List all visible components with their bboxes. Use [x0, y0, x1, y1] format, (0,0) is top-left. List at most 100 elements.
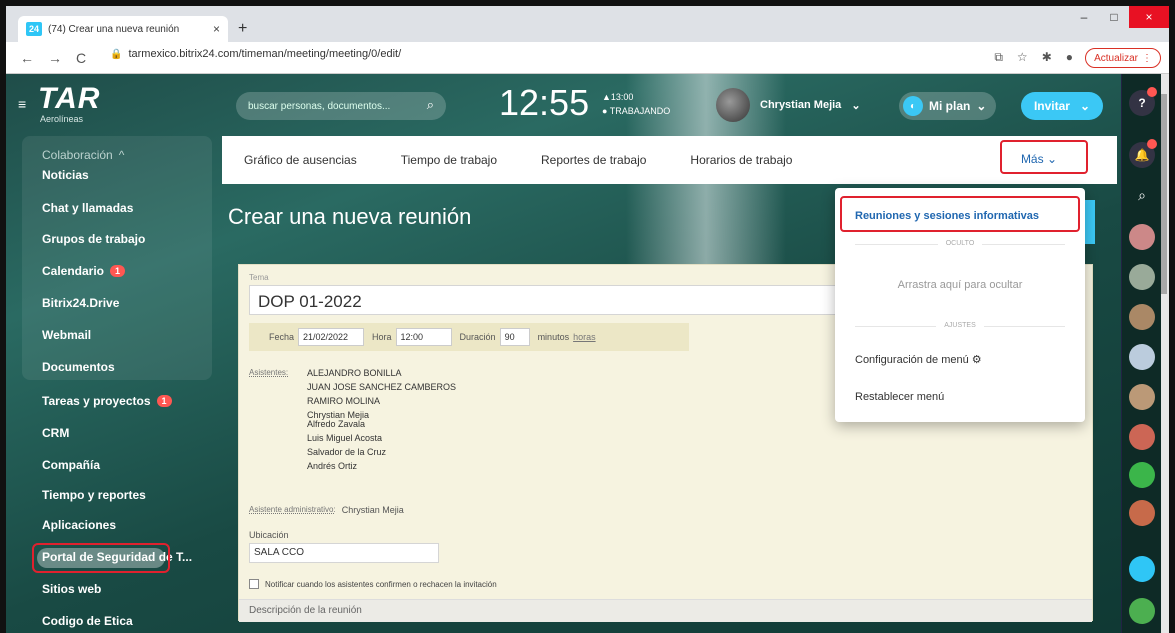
topic-input[interactable]: DOP 01-2022 — [249, 285, 869, 315]
search-icon[interactable]: ⌕ — [1129, 182, 1155, 208]
page-title: Crear una nueva reunión — [228, 204, 472, 229]
menu-item-reset[interactable]: Restablecer menú — [855, 391, 944, 403]
notify-option[interactable]: Notificar cuando los asistentes confirme… — [249, 579, 497, 589]
attendee-name[interactable]: Andrés Ortiz — [307, 461, 357, 471]
contact-avatar[interactable] — [1129, 224, 1155, 250]
attendees-label[interactable]: Asistentes: — [249, 368, 288, 377]
scrollbar-thumb[interactable] — [1161, 94, 1167, 294]
notification-badge — [1147, 139, 1157, 149]
menu-icon[interactable]: ≡ — [18, 96, 26, 112]
tab-work-schedules[interactable]: Horarios de trabajo — [690, 153, 792, 167]
plan-icon: ◐ — [903, 96, 923, 116]
attendee-name[interactable]: Salvador de la Cruz — [307, 447, 386, 457]
date-row: Fecha 21/02/2022 Hora 12:00 Duración 90 … — [249, 323, 689, 351]
duration-label: Duración — [459, 332, 496, 342]
scrollbar[interactable] — [1161, 74, 1169, 633]
menu-item-meetings[interactable]: Reuniones y sesiones informativas — [855, 210, 1039, 222]
duration-input[interactable]: 90 — [499, 328, 530, 346]
contact-avatar[interactable] — [1129, 304, 1155, 330]
sidebar-item[interactable]: Documentos — [42, 360, 115, 374]
tab-work-time[interactable]: Tiempo de trabajo — [401, 153, 497, 167]
exit-icon[interactable] — [1129, 556, 1155, 582]
address-bar: ← → C 🔒 tarmexico.bitrix24.com/timeman/m… — [6, 42, 1169, 74]
search-icon[interactable]: ⌕ — [427, 97, 434, 113]
tab-work-reports[interactable]: Reportes de trabajo — [541, 153, 646, 167]
sidebar-item[interactable]: Calendario 1 — [42, 264, 126, 278]
admin-name[interactable]: Chrystian Mejia — [342, 505, 404, 515]
sidebar-item[interactable]: Webmail — [42, 328, 91, 342]
contact-avatar[interactable] — [1129, 424, 1155, 450]
help-badge — [1147, 87, 1157, 97]
time-input[interactable]: 12:00 — [395, 328, 452, 346]
profile-icon[interactable]: ● — [1066, 50, 1073, 65]
sidebar-item[interactable]: Compañía — [42, 458, 100, 472]
sidebar-item[interactable]: Sitios web — [42, 582, 101, 596]
sidebar-item[interactable]: Tiempo y reportes — [42, 488, 146, 502]
attendee-name[interactable]: RAMIRO MOLINA — [307, 396, 380, 406]
extensions-icon[interactable]: ✱ — [1042, 50, 1052, 65]
sidebar-item[interactable]: Codigo de Etica — [42, 614, 133, 628]
admin-label[interactable]: Asistente administrativo: — [249, 505, 336, 515]
phone-icon[interactable] — [1129, 598, 1155, 624]
attendee-name[interactable]: Luis Miguel Acosta — [307, 433, 382, 443]
location-input[interactable]: SALA CCO — [249, 543, 439, 563]
update-button[interactable]: Actualizar ⋮ — [1085, 48, 1161, 68]
attendee-name[interactable]: Alfredo Zavala — [307, 419, 365, 429]
new-tab-button[interactable]: + — [238, 20, 247, 38]
more-dropdown-menu: Reuniones y sesiones informativas OCULTO… — [835, 188, 1085, 422]
more-vert-icon: ⋮ — [1142, 52, 1152, 64]
unit-minutes[interactable]: minutos — [538, 332, 570, 342]
sidebar-item[interactable]: Grupos de trabajo — [42, 232, 145, 246]
my-plan-button[interactable]: ◐ Mi plan ⌄ — [899, 92, 997, 120]
forward-icon[interactable]: → — [48, 50, 62, 66]
close-window-button[interactable]: × — [1129, 6, 1169, 28]
location-label: Ubicación — [249, 530, 289, 540]
bookmark-star-icon[interactable]: ☆ — [1017, 50, 1028, 65]
attendee-name[interactable]: ALEJANDRO BONILLA — [307, 368, 402, 378]
reload-icon[interactable]: C — [76, 50, 86, 66]
contact-avatar[interactable] — [1129, 344, 1155, 370]
notify-label: Notificar cuando los asistentes confirme… — [265, 579, 497, 589]
menu-item-config[interactable]: Configuración de menú ⚙ — [855, 353, 982, 366]
back-icon[interactable]: ← — [20, 50, 34, 66]
user-name: Chrystian Mejia — [760, 99, 842, 111]
avatar — [716, 88, 750, 122]
attendee-name[interactable]: JUAN JOSE SANCHEZ CAMBEROS — [307, 382, 456, 392]
date-input[interactable]: 21/02/2022 — [298, 328, 365, 346]
work-status[interactable]: ▲13:00 ● TRABAJANDO — [602, 90, 670, 118]
sidebar-item-label: Tareas y proyectos — [42, 394, 151, 408]
tab-close-icon[interactable]: × — [213, 22, 220, 36]
sidebar-item[interactable]: Tareas y proyectos 1 — [42, 394, 172, 408]
clock[interactable]: 12:55 — [499, 82, 589, 124]
sidebar-item[interactable]: CRM — [42, 426, 69, 440]
tab-absences[interactable]: Gráfico de ausencias — [244, 153, 357, 167]
sidebar-item-label: Compañía — [42, 458, 101, 472]
sidebar-item[interactable]: Chat y llamadas — [42, 201, 133, 215]
user-icon[interactable] — [1129, 500, 1155, 526]
url-field[interactable]: 🔒 tarmexico.bitrix24.com/timeman/meeting… — [110, 48, 401, 60]
search-input[interactable]: buscar personas, documentos... ⌕ — [236, 92, 446, 120]
share-icon[interactable]: ⧉ — [994, 50, 1003, 65]
user-group-icon[interactable] — [1129, 462, 1155, 488]
sidebar-item-label: Documentos — [42, 360, 115, 374]
drag-placeholder[interactable]: Arrastra aquí para ocultar — [835, 279, 1085, 291]
contact-avatar[interactable] — [1129, 264, 1155, 290]
contact-avatar[interactable] — [1129, 384, 1155, 410]
maximize-button[interactable]: □ — [1099, 6, 1129, 28]
invite-button[interactable]: Invitar ⌄ — [1021, 92, 1103, 120]
sidebar-group-header[interactable]: Colaboración ^ — [42, 148, 124, 162]
description-header[interactable]: Descripción de la reunión — [239, 599, 1092, 622]
counter-badge: 1 — [156, 395, 172, 407]
browser-tab[interactable]: 24 (74) Crear una nueva reunión × — [18, 16, 228, 42]
time-label: Hora — [372, 332, 392, 342]
sidebar-item[interactable]: Bitrix24.Drive — [42, 296, 119, 310]
sidebar-item[interactable]: Noticias — [42, 168, 89, 182]
tab-bar: 24 (74) Crear una nueva reunión × + – □ … — [6, 6, 1169, 42]
user-menu[interactable]: Chrystian Mejia ⌄ — [716, 88, 861, 122]
unit-hours-link[interactable]: horas — [573, 332, 596, 342]
browser-window: 24 (74) Crear una nueva reunión × + – □ … — [6, 6, 1169, 633]
sidebar-item-label: Noticias — [42, 168, 89, 182]
sidebar-item[interactable]: Aplicaciones — [42, 518, 116, 532]
notify-checkbox[interactable] — [249, 579, 259, 589]
minimize-button[interactable]: – — [1069, 6, 1099, 28]
